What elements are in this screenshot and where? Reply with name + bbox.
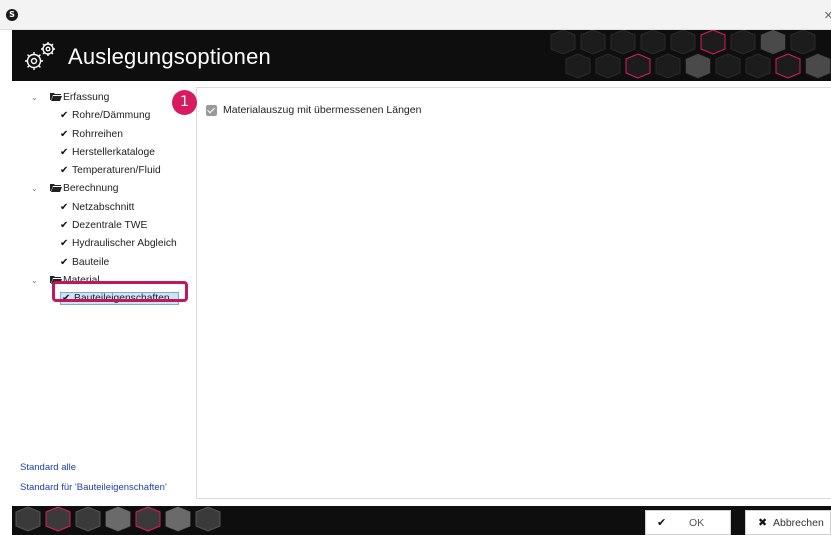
check-icon: ✔ xyxy=(60,110,69,122)
tree-group-label: Berechnung xyxy=(63,183,119,195)
hexagon-pattern xyxy=(550,30,831,79)
check-icon: ✔ xyxy=(60,220,69,232)
cancel-button[interactable]: ✖ Abbrechen xyxy=(745,510,831,535)
options-tree: ⌄ Erfassung ✔ Rohre/Dämmung ✔ Rohrreihen ✔… xyxy=(12,89,196,309)
reset-links: Standard alle Standard für 'Bauteileigen… xyxy=(20,461,167,501)
standard-for-selection-link[interactable]: Standard für 'Bauteileigenschaften' xyxy=(20,481,167,501)
close-icon[interactable]: ✕ xyxy=(824,9,831,22)
app-icon: S xyxy=(6,9,18,21)
tree-item-label: Rohre/Dämmung xyxy=(72,110,151,122)
check-icon: ✔ xyxy=(60,128,69,140)
folder-open-icon xyxy=(50,184,62,193)
chevron-down-icon[interactable]: ⌄ xyxy=(31,89,38,107)
tree-group-erfassung[interactable]: ⌄ Erfassung xyxy=(12,89,196,107)
gears-icon xyxy=(25,42,55,70)
check-icon: ✔ xyxy=(60,201,69,213)
selection-highlight-frame xyxy=(52,281,188,302)
tree-item-label: Dezentrale TWE xyxy=(72,220,148,232)
ok-button[interactable]: ✔ OK xyxy=(645,510,731,535)
tree-item-label: Hydraulischer Abgleich xyxy=(72,238,177,250)
tree-group-label: Erfassung xyxy=(63,92,110,103)
tree-item-label: Bauteile xyxy=(72,256,110,268)
tree-group-berechnung[interactable]: ⌄ Berechnung xyxy=(12,180,196,198)
tree-item-label: Rohrreihen xyxy=(72,128,123,140)
step-badge: 1 xyxy=(172,90,197,115)
dialog-title: Auslegungsoptionen xyxy=(68,44,271,69)
chevron-down-icon[interactable]: ⌄ xyxy=(31,272,38,290)
close-icon: ✖ xyxy=(758,516,768,529)
check-icon: ✔ xyxy=(657,516,667,529)
tree-item-label: Netzabschnitt xyxy=(72,201,135,213)
check-icon: ✔ xyxy=(60,146,69,158)
check-icon: ✔ xyxy=(60,238,69,250)
check-icon: ✔ xyxy=(60,165,69,177)
tree-item-rohre-daemmung[interactable]: ✔ Rohre/Dämmung xyxy=(12,107,196,125)
window-titlebar: S ✕ xyxy=(0,0,831,30)
tree-item-dezentrale-twe[interactable]: ✔ Dezentrale TWE xyxy=(12,217,196,235)
options-tree-panel: ⌄ Erfassung ✔ Rohre/Dämmung ✔ Rohrreihen ✔… xyxy=(12,81,196,499)
chevron-down-icon[interactable]: ⌄ xyxy=(31,180,38,198)
tree-item-temperaturen-fluid[interactable]: ✔ Temperaturen/Fluid xyxy=(12,162,196,180)
ok-button-label: OK xyxy=(689,516,705,529)
folder-open-icon xyxy=(50,93,62,101)
options-content-panel xyxy=(196,87,831,499)
cancel-button-label: Abbrechen xyxy=(773,516,824,529)
tree-item-rohrreihen[interactable]: ✔ Rohrreihen xyxy=(12,126,196,144)
tree-item-netzabschnitt[interactable]: ✔ Netzabschnitt xyxy=(12,199,196,217)
tree-item-hydraulischer-abgleich[interactable]: ✔ Hydraulischer Abgleich xyxy=(12,235,196,253)
hexagon-pattern xyxy=(15,506,221,532)
tree-item-bauteile[interactable]: ✔ Bauteile xyxy=(12,254,196,272)
standard-all-link[interactable]: Standard alle xyxy=(20,461,167,481)
tree-item-herstellerkataloge[interactable]: ✔ Herstellerkataloge xyxy=(12,144,196,162)
material-oversize-label: Materialauszug mit übermessenen Längen xyxy=(223,104,422,116)
option-material-oversize[interactable]: Materialauszug mit übermessenen Längen xyxy=(206,103,421,117)
dialog-header: Auslegungsoptionen xyxy=(12,30,831,81)
tree-item-label: Herstellerkataloge xyxy=(72,146,155,158)
check-icon: ✔ xyxy=(60,256,69,268)
material-oversize-checkbox[interactable] xyxy=(206,104,217,116)
tree-item-label: Temperaturen/Fluid xyxy=(72,165,161,177)
